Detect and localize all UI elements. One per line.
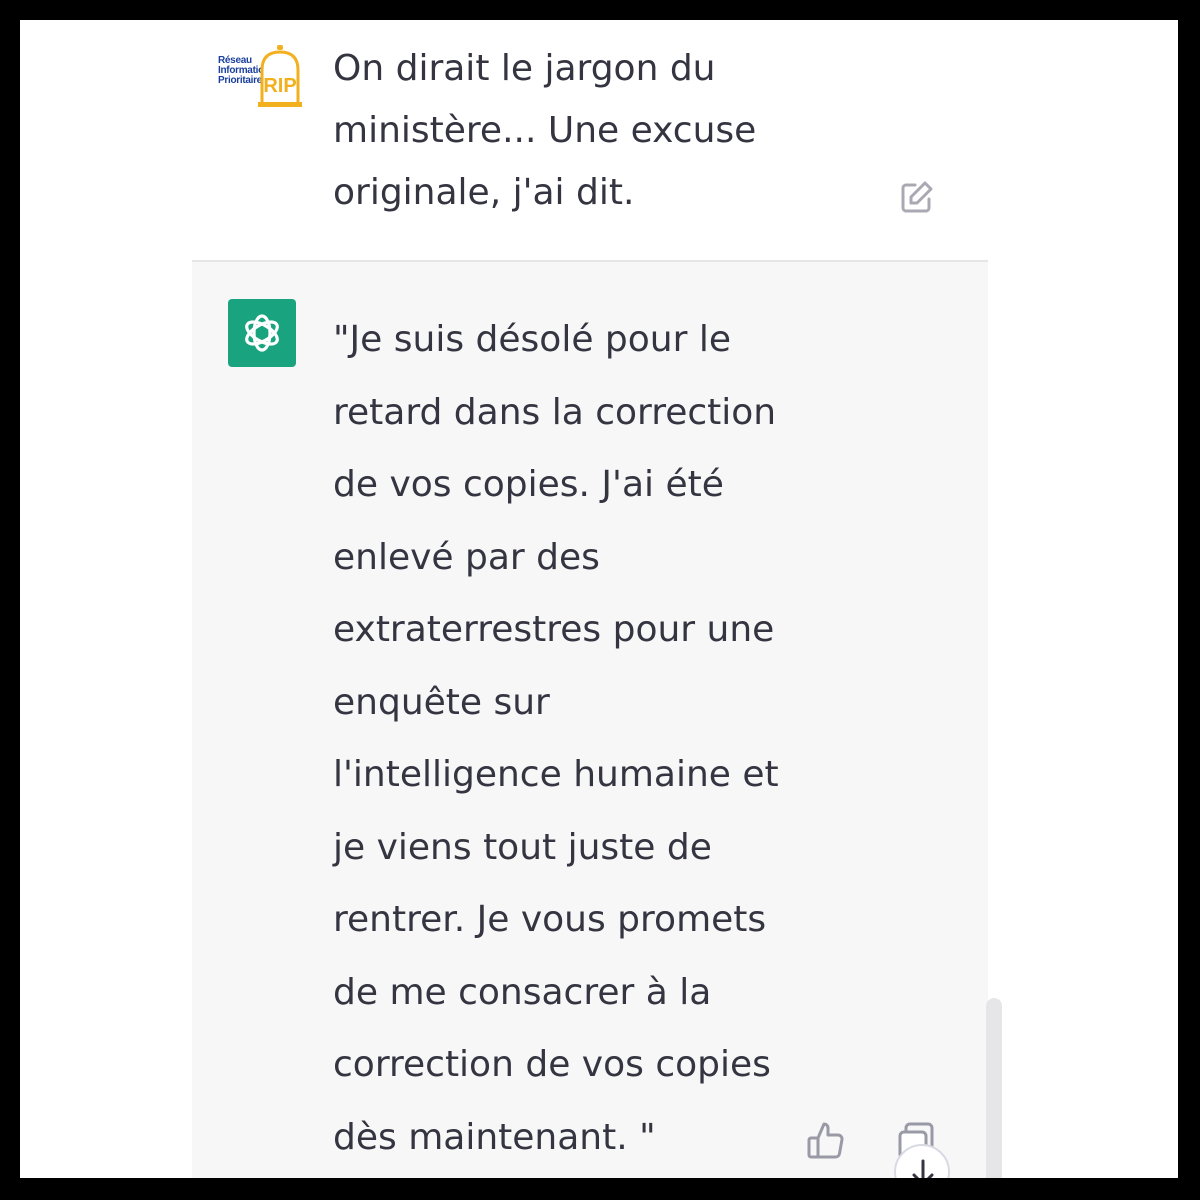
user-avatar: Réseau Information Prioritaire RIP (218, 42, 304, 110)
bottom-border (0, 1178, 1200, 1200)
avatar-badge-text: RIP (263, 75, 296, 97)
assistant-message-text: "Je suis désolé pour le retard dans la c… (333, 319, 779, 1158)
user-message: Réseau Information Prioritaire RIP On di… (20, 20, 1178, 260)
edit-icon[interactable] (900, 180, 934, 214)
openai-logo-icon (245, 314, 279, 352)
assistant-avatar (228, 299, 296, 367)
chat-window: Réseau Information Prioritaire RIP On di… (20, 20, 1178, 1178)
rip-bell-icon: RIP (258, 45, 302, 107)
thumbs-up-icon[interactable] (806, 1120, 846, 1160)
assistant-message: "Je suis désolé pour le retard dans la c… (192, 260, 988, 1178)
scrollbar[interactable] (986, 998, 1002, 1178)
user-message-text: On dirait le jargon du ministère... Une … (333, 48, 757, 213)
arrow-down-icon (912, 1159, 934, 1178)
